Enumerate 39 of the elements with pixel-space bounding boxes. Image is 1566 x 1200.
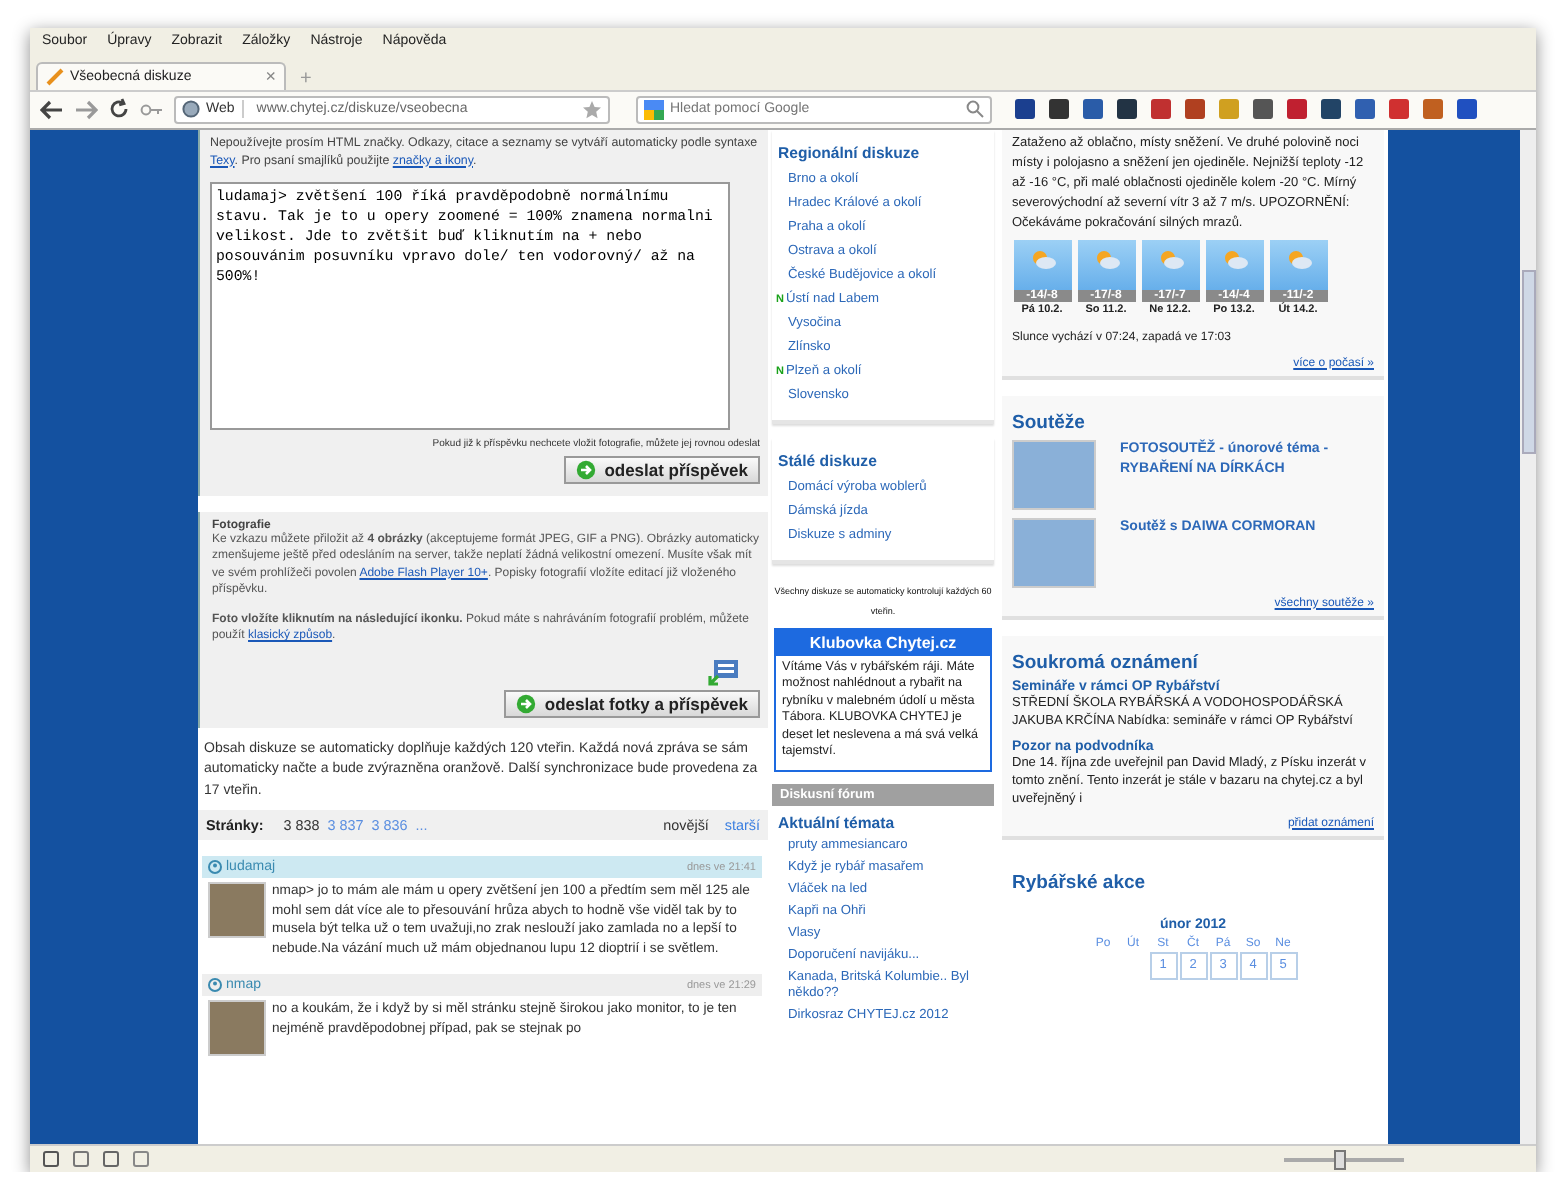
- scroll-thumb[interactable]: [1522, 269, 1536, 454]
- photo-placeholder: [1012, 439, 1096, 510]
- user-icon[interactable]: [208, 978, 222, 993]
- send-button[interactable]: odeslat příspěvek: [564, 455, 760, 484]
- toolbar-icon[interactable]: [1286, 98, 1308, 121]
- scrollbar[interactable]: [1520, 129, 1536, 1145]
- star-icon[interactable]: [582, 99, 602, 120]
- send-photos-button[interactable]: odeslat fotky a příspěvek: [504, 689, 760, 718]
- upload-icon[interactable]: [708, 657, 740, 686]
- page-icon[interactable]: [46, 67, 64, 86]
- toolbar-icon[interactable]: [1252, 98, 1274, 121]
- slider-thumb[interactable]: [1334, 1149, 1346, 1170]
- globe-icon[interactable]: [182, 100, 200, 119]
- toolbar-icon[interactable]: [1014, 98, 1036, 121]
- toolbar-icon[interactable]: [1320, 98, 1342, 121]
- avatar-placeholder: [208, 882, 266, 939]
- search-engine-icon[interactable]: [644, 99, 664, 120]
- toolbar-icon[interactable]: [1184, 98, 1206, 121]
- toolbar-icon[interactable]: [1456, 98, 1478, 121]
- photo-placeholder: [1012, 517, 1096, 588]
- forward-icon[interactable]: [74, 99, 98, 120]
- club-title: Klubovka Chytej.cz: [776, 629, 990, 656]
- arrow-icon[interactable]: [516, 693, 537, 714]
- back-icon[interactable]: [40, 99, 64, 120]
- toolbar-icon[interactable]: [1048, 98, 1070, 121]
- section-title: Soukromá oznámení: [1012, 651, 1201, 674]
- toolbar-icon[interactable]: [1116, 98, 1138, 121]
- reload-icon[interactable]: [108, 98, 130, 121]
- search-icon[interactable]: [966, 100, 984, 119]
- avatar-placeholder: [208, 1000, 266, 1057]
- user-icon[interactable]: [208, 860, 222, 875]
- arrow-icon[interactable]: [576, 459, 597, 480]
- close-button[interactable]: ×: [265, 67, 276, 86]
- section-title: Soutěže: [1012, 411, 1087, 434]
- toolbar-icon[interactable]: [1082, 98, 1104, 121]
- section-title: Rybářské akce: [1012, 871, 1148, 894]
- toolbar-icon[interactable]: [1150, 98, 1172, 121]
- toolbar-icon[interactable]: [1354, 98, 1376, 121]
- key-icon[interactable]: [140, 99, 164, 120]
